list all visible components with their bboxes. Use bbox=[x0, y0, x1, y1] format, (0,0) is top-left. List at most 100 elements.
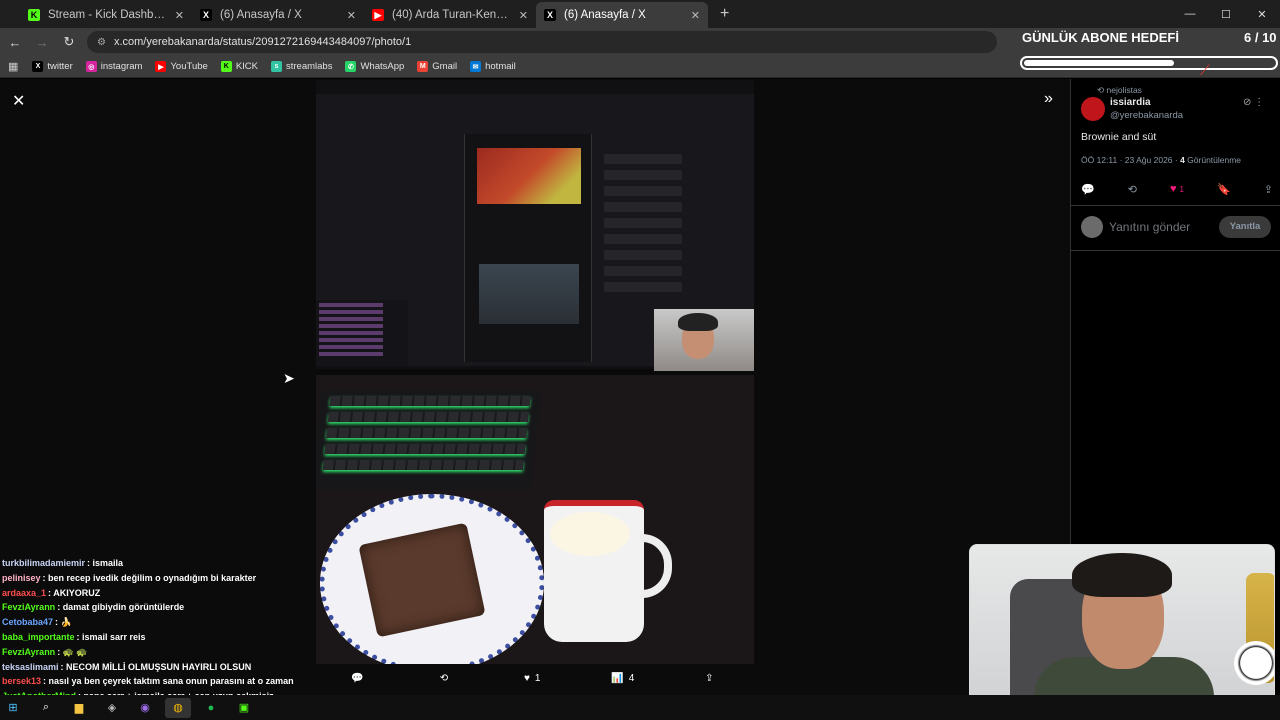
chat-message: Cetobaba47: 🍌 bbox=[2, 617, 322, 632]
expand-sidebar-icon[interactable]: » bbox=[1044, 90, 1053, 108]
close-icon[interactable]: ✕ bbox=[12, 91, 25, 111]
chat-text: damat gibiydin görüntülerde bbox=[62, 602, 185, 613]
retweet-icon[interactable]: ⟲ bbox=[1128, 183, 1137, 196]
bookmark-icon[interactable]: 🔖 bbox=[1217, 183, 1231, 196]
new-tab-button[interactable]: + bbox=[720, 5, 729, 23]
bookmark-label: twitter bbox=[47, 61, 73, 72]
bookmark-instagram[interactable]: ◎ instagram bbox=[85, 61, 142, 72]
youtube-icon: ▶ bbox=[372, 9, 384, 21]
reply-input[interactable]: Yanıtını gönder bbox=[1109, 220, 1190, 234]
tweet-text: Brownie and süt bbox=[1081, 131, 1157, 143]
chat-message: teksaslimami: NECOM MİLLİ OLMUŞSUN HAYIR… bbox=[2, 662, 322, 677]
app-icon[interactable]: ▣ bbox=[231, 698, 257, 718]
chat-message: pelinisey: ben recep ivedik değilim o oy… bbox=[2, 573, 322, 588]
photo-webcam bbox=[654, 309, 754, 371]
chat-message: ardaaxa_1: AKIYORUZ bbox=[2, 588, 322, 603]
close-icon[interactable]: ✕ bbox=[519, 9, 528, 22]
retweet-button[interactable]: ⟲ bbox=[440, 673, 453, 684]
reposted-by[interactable]: ⟲ nejolistas bbox=[1097, 85, 1142, 96]
photo-keyboard bbox=[316, 390, 542, 490]
tweet-views-label: Görüntülenme bbox=[1184, 155, 1242, 165]
bookmark-whatsapp[interactable]: ✆ WhatsApp bbox=[345, 61, 404, 72]
reply-submit-button[interactable]: Yanıtla bbox=[1219, 216, 1271, 238]
bookmark-label: Gmail bbox=[432, 61, 458, 72]
close-icon[interactable]: ✕ bbox=[175, 9, 184, 22]
maximize-icon[interactable]: ☐ bbox=[1208, 8, 1244, 21]
back-icon[interactable]: ← bbox=[3, 35, 27, 50]
bookmark-hotmail[interactable]: ✉ hotmail bbox=[470, 61, 516, 72]
bookmark-twitter[interactable]: Xtwitter bbox=[32, 61, 73, 72]
chat-username[interactable]: turkbilimadamiemir bbox=[2, 558, 85, 568]
forward-icon[interactable]: → bbox=[30, 35, 54, 50]
football bbox=[1234, 641, 1274, 685]
chat-username[interactable]: FevziAyrann bbox=[2, 602, 55, 612]
share-icon[interactable]: ⇪ bbox=[1264, 183, 1273, 196]
window-controls: — ☐ ✕ bbox=[1172, 0, 1280, 28]
bookmark-youtube[interactable]: ▶ YouTube bbox=[155, 61, 208, 72]
tab-x-home[interactable]: X (6) Anasayfa / X ✕ bbox=[192, 2, 364, 28]
apps-grid-icon[interactable]: ▦ bbox=[8, 60, 18, 73]
author-handle[interactable]: @yerebakanarda bbox=[1110, 110, 1183, 121]
url-bar[interactable]: ⚙ x.com/yerebakanarda/status/20912721694… bbox=[87, 31, 997, 53]
instagram-icon: ◎ bbox=[85, 61, 97, 72]
chat-username[interactable]: baba_importante bbox=[2, 632, 75, 642]
tab-youtube[interactable]: ▶ (40) Arda Turan-Kendi Hata ✕ bbox=[364, 2, 536, 28]
chat-username[interactable]: FevziAyrann bbox=[2, 647, 55, 657]
background-feed bbox=[808, 199, 1008, 399]
chrome-icon[interactable]: ◍ bbox=[165, 697, 191, 718]
kick-icon: K bbox=[28, 9, 40, 21]
minimize-icon[interactable]: — bbox=[1172, 8, 1208, 20]
reply-button[interactable]: 💬 bbox=[351, 673, 368, 684]
close-icon[interactable]: ✕ bbox=[691, 9, 700, 22]
like-icon[interactable]: ♥ 1 bbox=[1170, 183, 1184, 196]
more-icon[interactable]: ⋮ bbox=[1254, 97, 1264, 108]
chat-username[interactable]: teksaslimami bbox=[2, 662, 59, 672]
tweet-actions: 💬 ⟲ ♥ 1 🔖 ⇪ bbox=[1081, 183, 1273, 196]
tweet-meta: ÖÖ 12:11 · 23 Ağu 2026 · 4 Görüntülenme bbox=[1081, 155, 1241, 165]
goal-count: 6 / 10 bbox=[1244, 30, 1277, 45]
bookmark-gmail[interactable]: M Gmail bbox=[417, 61, 457, 72]
tab-kick-dashboard[interactable]: K Stream - Kick Dashboard ✕ bbox=[20, 2, 192, 28]
like-button[interactable]: ♥ 1 bbox=[524, 673, 541, 684]
chat-text: ismail sarr reis bbox=[82, 631, 146, 642]
more-options[interactable]: ⊘ ⋮ bbox=[1243, 97, 1264, 108]
views-button[interactable]: 📊 4 bbox=[611, 673, 634, 684]
obs-icon[interactable]: ◉ bbox=[132, 698, 158, 718]
tweet-photo bbox=[316, 80, 754, 664]
close-window-icon[interactable]: ✕ bbox=[1244, 8, 1280, 21]
share-button[interactable]: ⇪ bbox=[705, 673, 718, 684]
chat-username[interactable]: pelinisey bbox=[2, 573, 41, 583]
bookmark-streamlabs[interactable]: s streamlabs bbox=[271, 61, 332, 72]
bookmark-kick[interactable]: K KICK bbox=[220, 61, 258, 72]
mouse-cursor-icon: ➤ bbox=[283, 370, 295, 386]
reply-icon[interactable]: 💬 bbox=[1081, 183, 1095, 196]
author-name[interactable]: issiardia bbox=[1110, 97, 1151, 108]
avatar[interactable] bbox=[1081, 97, 1105, 121]
app-icon[interactable]: ◈ bbox=[99, 698, 125, 718]
chat-username[interactable]: ardaaxa_1 bbox=[2, 588, 46, 598]
windows-start-icon[interactable]: ⊞ bbox=[0, 698, 26, 718]
close-icon[interactable]: ✕ bbox=[347, 9, 356, 22]
photo-x-feed bbox=[464, 134, 592, 362]
photo-action-bar: 💬 ⟲ ♥ 1 📊 4 ⇪ bbox=[316, 667, 754, 689]
chat-message: bersek13: nasıl ya ben çeyrek taktım san… bbox=[2, 676, 322, 691]
photo-mug bbox=[544, 500, 672, 642]
tab-x-home-active[interactable]: X (6) Anasayfa / X ✕ bbox=[536, 2, 708, 28]
x-icon: X bbox=[544, 9, 556, 21]
photo-chat-area bbox=[316, 300, 408, 366]
chat-username[interactable]: Cetobaba47 bbox=[2, 617, 53, 627]
chat-message: FevziAyrann: 🐢 🐢 bbox=[2, 647, 322, 662]
hotmail-icon: ✉ bbox=[470, 61, 482, 72]
grok-icon[interactable]: ⊘ bbox=[1243, 97, 1251, 108]
chat-message: FevziAyrann: damat gibiydin görüntülerde bbox=[2, 602, 322, 617]
streamlabs-icon: s bbox=[271, 61, 282, 72]
reload-icon[interactable]: ↻ bbox=[57, 34, 81, 50]
site-info-icon[interactable]: ⚙ bbox=[97, 37, 106, 48]
chat-username[interactable]: bersek13 bbox=[2, 676, 41, 686]
tab-title: (40) Arda Turan-Kendi Hata bbox=[392, 9, 513, 21]
search-icon[interactable]: ⌕ bbox=[33, 698, 59, 718]
spotify-icon[interactable]: ● bbox=[198, 698, 224, 718]
file-explorer-icon[interactable]: ▆ bbox=[66, 698, 92, 718]
goal-progress-fill bbox=[1024, 60, 1174, 66]
chat-message: baba_importante: ismail sarr reis bbox=[2, 632, 322, 647]
